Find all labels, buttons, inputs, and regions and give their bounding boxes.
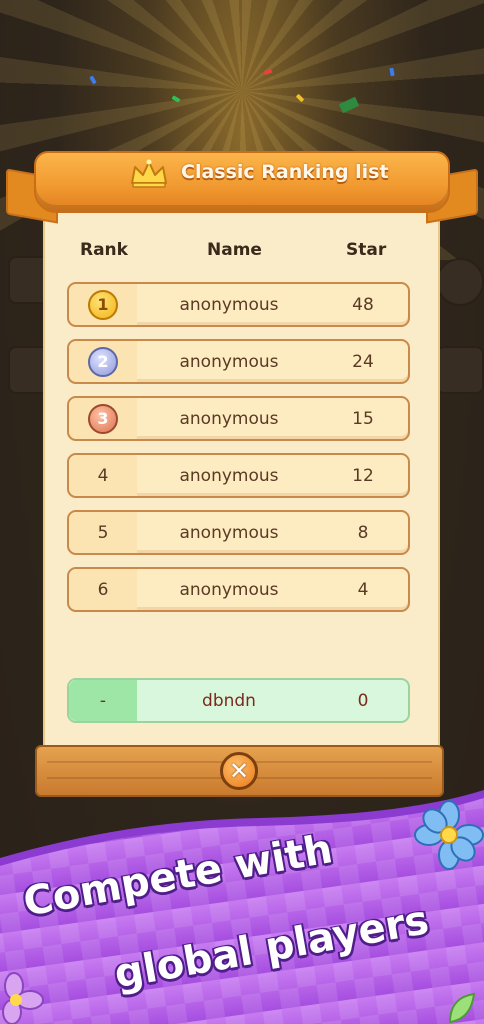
- star-count: 15: [352, 408, 374, 429]
- column-header-name: Name: [207, 240, 262, 260]
- ribbon-band: Classic Ranking list: [34, 151, 450, 213]
- player-name: anonymous: [179, 294, 279, 315]
- rank-number: 5: [97, 522, 109, 543]
- star-count: 8: [357, 522, 369, 543]
- crown-icon: [131, 159, 167, 188]
- rank-number: 4: [97, 465, 109, 486]
- player-name: anonymous: [179, 351, 279, 372]
- star-count: 12: [352, 465, 374, 486]
- current-player-star: 0: [357, 690, 369, 711]
- current-player-rank: -: [99, 690, 107, 711]
- rank-number: 6: [97, 579, 109, 600]
- title-ribbon: Classic Ranking list: [6, 143, 478, 229]
- player-name: anonymous: [179, 465, 279, 486]
- silver-medal-icon: 2: [88, 346, 118, 377]
- rank-cell-content: 3: [69, 398, 137, 439]
- bronze-medal-icon: 3: [88, 403, 118, 434]
- gear-icon: [436, 258, 484, 306]
- star-count: 4: [357, 579, 369, 600]
- rank-cell-content: 1: [69, 284, 137, 325]
- blue-flower-icon: [414, 800, 484, 870]
- ranking-row: 6 anonymous 4: [67, 567, 410, 612]
- pink-flower-icon: [2, 972, 44, 1024]
- ranking-row: 2 anonymous 24: [67, 339, 410, 384]
- column-header-star: Star: [346, 240, 387, 260]
- leaf-icon: [448, 992, 476, 1024]
- ranking-row: 1 anonymous 48: [67, 282, 410, 327]
- current-player-name: dbndn: [202, 690, 256, 711]
- ranking-row: 3 anonymous 15: [67, 396, 410, 441]
- player-name: anonymous: [179, 579, 279, 600]
- column-header-rank: Rank: [80, 240, 128, 260]
- rank-cell-content: 2: [69, 341, 137, 382]
- panel-title: Classic Ranking list: [181, 161, 389, 183]
- current-player-row: - dbndn 0: [67, 678, 410, 723]
- ranking-row: 4 anonymous 12: [67, 453, 410, 498]
- shop-icon: [436, 346, 484, 394]
- star-count: 24: [352, 351, 374, 372]
- star-count: 48: [352, 294, 374, 315]
- ranking-row: 5 anonymous 8: [67, 510, 410, 555]
- player-name: anonymous: [179, 522, 279, 543]
- player-name: anonymous: [179, 408, 279, 429]
- gold-medal-icon: 1: [88, 289, 118, 320]
